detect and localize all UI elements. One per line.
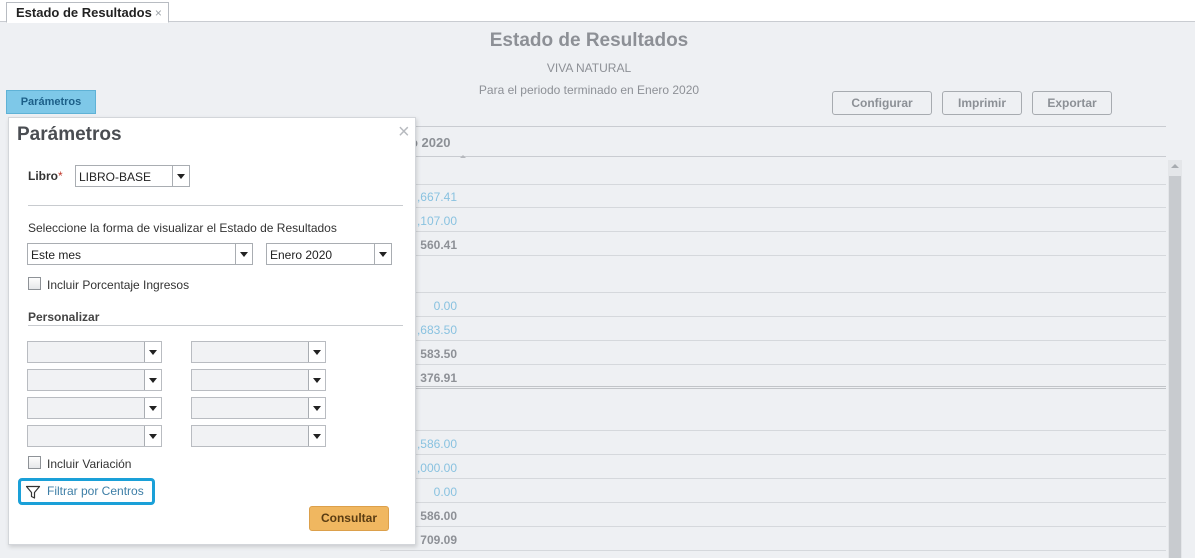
tab-label: Estado de Resultados (16, 5, 152, 20)
table-row: 376.91 (380, 365, 1166, 389)
row-value[interactable]: ,000.00 (417, 461, 457, 475)
chevron-down-icon[interactable] (308, 426, 325, 446)
incluir-porcentaje-label: Incluir Porcentaje Ingresos (47, 278, 190, 292)
visualizar-label: Seleccione la forma de visualizar el Est… (28, 221, 337, 235)
close-icon[interactable]: × (398, 122, 410, 142)
report-company: VIVA NATURAL (546, 61, 632, 75)
divider (28, 205, 403, 206)
libro-label-text: Libro (28, 169, 58, 183)
row-value: 586.00 (420, 509, 457, 523)
row-value[interactable]: 0.00 (434, 299, 457, 313)
period-select-value: Enero 2020 (270, 248, 333, 262)
chevron-down-icon[interactable] (172, 166, 189, 186)
chevron-down-icon[interactable] (235, 244, 252, 264)
personalizar-select-5[interactable] (27, 397, 162, 419)
period-select[interactable]: Enero 2020 (266, 243, 392, 265)
table-row: ,000.00 (380, 455, 1166, 479)
table-row: 0.00 (380, 293, 1166, 317)
report-title: Estado de Resultados (489, 30, 689, 51)
chevron-down-icon[interactable] (144, 342, 161, 362)
personalizar-select-1[interactable] (27, 341, 162, 363)
consultar-button[interactable]: Consultar (309, 506, 389, 531)
exportar-button[interactable]: Exportar (1032, 91, 1112, 115)
imprimir-button[interactable]: Imprimir (942, 91, 1022, 115)
table-row (380, 258, 1166, 293)
table-row: ,586.00 (380, 431, 1166, 455)
libro-label: Libro* (28, 169, 63, 183)
libro-select-value: LIBRO-BASE (79, 170, 152, 184)
incluir-variacion-label: Incluir Variación (47, 457, 132, 471)
personalizar-select-3[interactable] (27, 369, 162, 391)
personalizar-label: Personalizar (28, 310, 100, 324)
table-row: ,683.50 (380, 317, 1166, 341)
sort-icon (460, 155, 466, 158)
chevron-down-icon[interactable] (374, 244, 391, 264)
chevron-down-icon[interactable] (308, 398, 325, 418)
column-header-label: o 2020 (410, 135, 451, 150)
filtrar-centros-link[interactable]: Filtrar por Centros (18, 478, 155, 505)
mode-select-value: Este mes (31, 248, 82, 262)
row-value: 583.50 (420, 347, 457, 361)
chevron-down-icon[interactable] (308, 342, 325, 362)
table-row: 0.00 (380, 479, 1166, 503)
tab-estado-resultados[interactable]: Estado de Resultados × (6, 2, 169, 23)
table-row: 560.41 (380, 232, 1166, 256)
row-value[interactable]: ,586.00 (417, 437, 457, 451)
vertical-scrollbar[interactable] (1168, 160, 1182, 558)
parametros-panel: Parámetros × Libro* LIBRO-BASE Seleccion… (8, 117, 416, 545)
personalizar-select-4[interactable] (191, 369, 326, 391)
incluir-porcentaje-checkbox[interactable] (28, 277, 41, 290)
divider (28, 325, 403, 326)
personalizar-select-6[interactable] (191, 397, 326, 419)
required-marker: * (58, 169, 63, 183)
row-value[interactable]: ,683.50 (417, 323, 457, 337)
row-value: 560.41 (420, 238, 457, 252)
table-row: 709.09 (380, 527, 1166, 551)
chevron-down-icon[interactable] (144, 370, 161, 390)
row-value: 709.09 (420, 533, 457, 547)
row-value[interactable]: 0.00 (434, 485, 457, 499)
incluir-variacion-checkbox[interactable] (28, 456, 41, 469)
tab-bar: Estado de Resultados × (0, 0, 1195, 23)
table-row: 586.00 (380, 503, 1166, 527)
chevron-down-icon[interactable] (144, 426, 161, 446)
row-value: 376.91 (420, 371, 457, 385)
table-row: ,107.00 (380, 208, 1166, 232)
row-value[interactable]: ,667.41 (417, 190, 457, 204)
chevron-down-icon[interactable] (308, 370, 325, 390)
scroll-thumb[interactable] (1169, 176, 1181, 558)
personalizar-select-7[interactable] (27, 425, 162, 447)
personalizar-select-2[interactable] (191, 341, 326, 363)
table-row: ,667.41 (380, 184, 1166, 208)
table-row: 583.50 (380, 341, 1166, 365)
configurar-button[interactable]: Configurar (832, 91, 932, 115)
table-row (380, 390, 1166, 431)
libro-select[interactable]: LIBRO-BASE (75, 165, 190, 187)
filtrar-centros-label: Filtrar por Centros (47, 484, 144, 498)
chevron-down-icon[interactable] (144, 398, 161, 418)
row-value[interactable]: ,107.00 (417, 214, 457, 228)
table-row (380, 159, 1166, 185)
mode-select[interactable]: Este mes (27, 243, 253, 265)
scroll-up-icon[interactable] (1171, 164, 1179, 168)
column-header[interactable]: o 2020 (380, 126, 1166, 158)
panel-title: Parámetros (17, 124, 122, 145)
parametros-button[interactable]: Parámetros (6, 90, 96, 114)
filter-icon (25, 485, 41, 499)
personalizar-select-8[interactable] (191, 425, 326, 447)
tab-close-icon[interactable]: × (155, 6, 162, 20)
